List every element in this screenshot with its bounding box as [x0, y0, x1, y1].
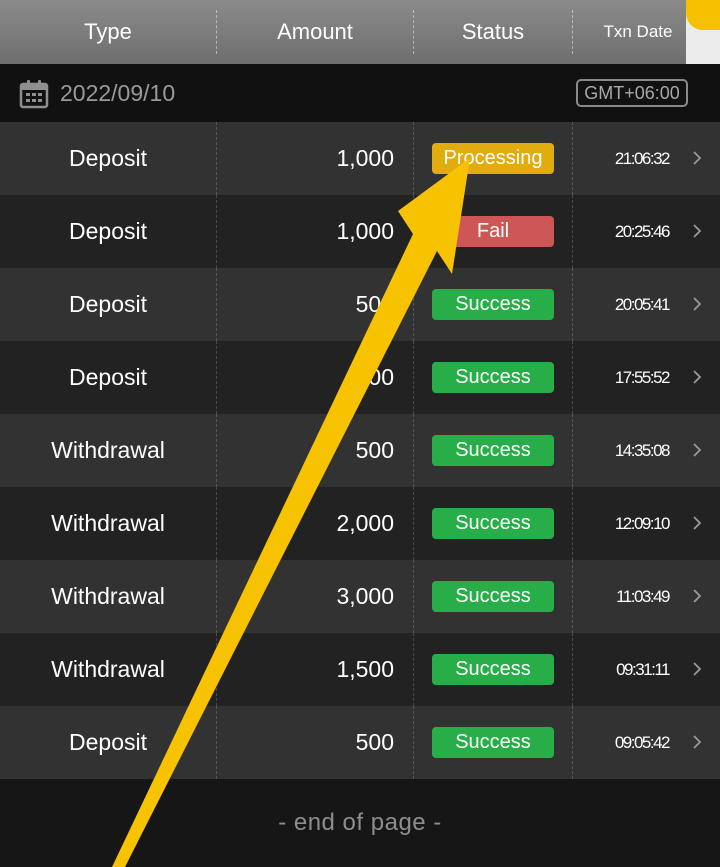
calendar-icon[interactable] — [19, 79, 49, 109]
transaction-type: Withdrawal — [51, 656, 165, 682]
transaction-amount: 1,500 — [336, 656, 394, 682]
chevron-right-icon[interactable] — [692, 515, 712, 531]
chevron-right-icon[interactable] — [692, 150, 712, 166]
transaction-status-cell: Success — [414, 289, 572, 320]
transaction-status-cell: Success — [414, 727, 572, 758]
status-badge: Fail — [432, 216, 554, 247]
transaction-time: 17:55:52 — [614, 367, 671, 387]
table-header: Type Amount Status Txn Date — [0, 0, 720, 64]
status-badge: Success — [432, 508, 554, 539]
transaction-type: Deposit — [69, 218, 147, 244]
transaction-row[interactable]: Withdrawal 2,000 Success 12:09:10 — [0, 487, 720, 560]
status-badge: Processing — [432, 143, 554, 174]
transaction-amount: 500 — [355, 437, 394, 463]
transaction-time: 12:09:10 — [614, 513, 671, 533]
date-group-bar: 2022/09/10 GMT+06:00 — [0, 64, 720, 122]
transaction-row[interactable]: Deposit 500 Success 17:55:52 — [0, 341, 720, 414]
transaction-history-screen: Type Amount Status Txn Date 2022/09/10 G… — [0, 0, 720, 867]
end-of-page-label: - end of page - — [0, 779, 720, 867]
transaction-status-cell: Fail — [414, 216, 572, 247]
transaction-status-cell: Processing — [414, 143, 572, 174]
column-header-amount[interactable]: Amount — [217, 0, 413, 64]
transaction-time: 14:35:08 — [614, 440, 671, 460]
transaction-type: Deposit — [69, 729, 147, 755]
transaction-type: Withdrawal — [51, 437, 165, 463]
column-header-type[interactable]: Type — [0, 0, 216, 64]
chevron-right-icon[interactable] — [692, 661, 712, 677]
transaction-row[interactable]: Deposit 500 Success 09:05:42 — [0, 706, 720, 779]
transaction-row[interactable]: Withdrawal 3,000 Success 11:03:49 — [0, 560, 720, 633]
transaction-type: Withdrawal — [51, 510, 165, 536]
chevron-right-icon[interactable] — [692, 296, 712, 312]
transaction-amount: 1,000 — [336, 145, 394, 171]
status-badge: Success — [432, 727, 554, 758]
transaction-row[interactable]: Deposit 1,000 Fail 20:25:46 — [0, 195, 720, 268]
chevron-right-icon[interactable] — [692, 369, 712, 385]
transaction-type: Deposit — [69, 364, 147, 390]
transaction-row[interactable]: Deposit 1,000 Processing 21:06:32 — [0, 122, 720, 195]
transaction-status-cell: Success — [414, 362, 572, 393]
status-badge: Success — [432, 654, 554, 685]
transaction-type: Deposit — [69, 291, 147, 317]
transaction-type: Withdrawal — [51, 583, 165, 609]
chevron-right-icon[interactable] — [692, 734, 712, 750]
transaction-row[interactable]: Deposit 500 Success 20:05:41 — [0, 268, 720, 341]
transaction-amount: 1,000 — [336, 218, 394, 244]
transaction-amount: 2,000 — [336, 510, 394, 536]
transaction-status-cell: Success — [414, 654, 572, 685]
timezone-badge: GMT+06:00 — [576, 79, 688, 107]
chevron-right-icon[interactable] — [692, 588, 712, 604]
transaction-amount: 3,000 — [336, 583, 394, 609]
status-badge: Success — [432, 435, 554, 466]
chevron-right-icon[interactable] — [692, 223, 712, 239]
header-corner-highlight — [686, 0, 720, 30]
transaction-amount: 500 — [355, 729, 394, 755]
transaction-list: Deposit 1,000 Processing 21:06:32 Deposit 1,0… — [0, 122, 720, 779]
column-header-status[interactable]: Status — [414, 0, 572, 64]
group-date[interactable]: 2022/09/10 — [60, 79, 175, 107]
transaction-status-cell: Success — [414, 435, 572, 466]
chevron-right-icon[interactable] — [692, 442, 712, 458]
status-badge: Success — [432, 581, 554, 612]
transaction-time: 21:06:32 — [614, 148, 671, 168]
transaction-time: 11:03:49 — [616, 586, 670, 606]
transaction-amount: 500 — [355, 291, 394, 317]
transaction-status-cell: Success — [414, 508, 572, 539]
transaction-row[interactable]: Withdrawal 1,500 Success 09:31:11 — [0, 633, 720, 706]
transaction-time: 20:25:46 — [614, 221, 671, 241]
transaction-time: 09:31:11 — [616, 659, 670, 679]
status-badge: Success — [432, 289, 554, 320]
transaction-time: 09:05:42 — [614, 732, 671, 752]
transaction-row[interactable]: Withdrawal 500 Success 14:35:08 — [0, 414, 720, 487]
transaction-type: Deposit — [69, 145, 147, 171]
transaction-status-cell: Success — [414, 581, 572, 612]
status-badge: Success — [432, 362, 554, 393]
transaction-amount: 500 — [355, 364, 394, 390]
transaction-time: 20:05:41 — [614, 294, 671, 314]
column-header-txn-date[interactable]: Txn Date — [573, 0, 703, 64]
